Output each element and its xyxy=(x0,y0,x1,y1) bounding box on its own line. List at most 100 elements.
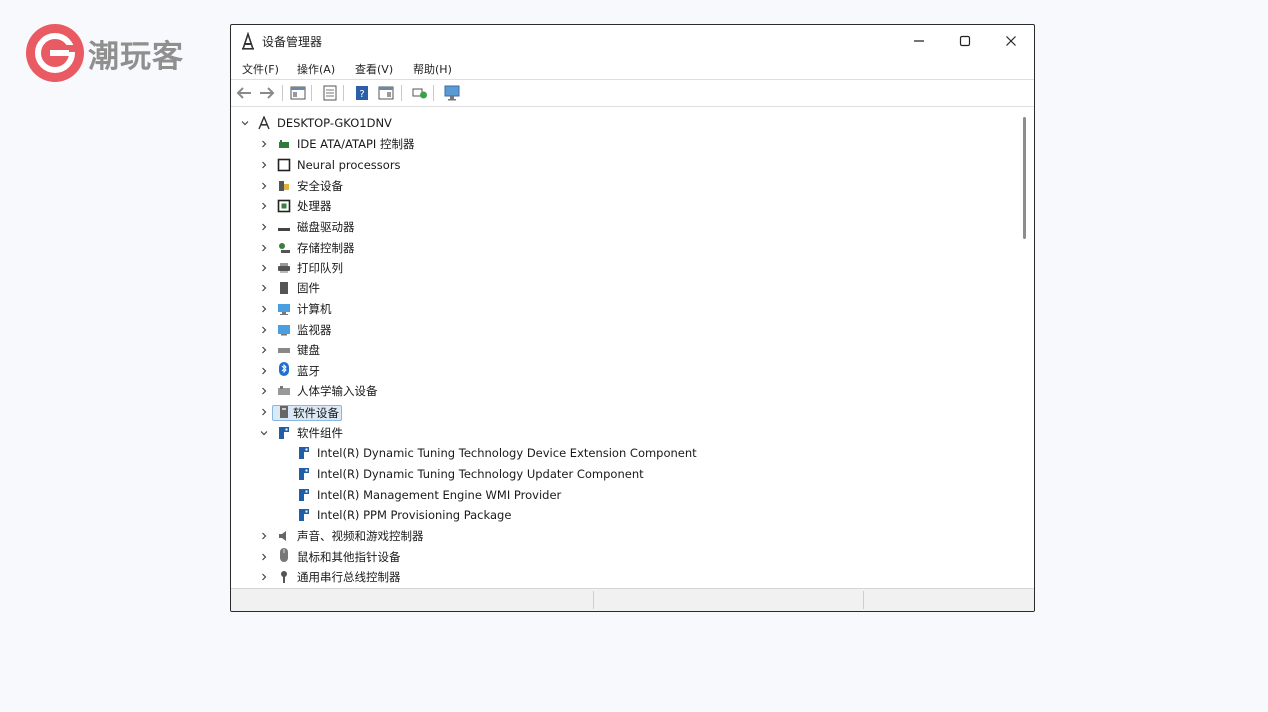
chevron-right-icon[interactable] xyxy=(259,531,269,541)
chevron-right-icon[interactable] xyxy=(259,283,269,293)
neural-processor-icon xyxy=(277,158,291,172)
menu-action[interactable]: 操作(A) xyxy=(297,61,335,77)
chevron-right-icon[interactable] xyxy=(259,345,269,355)
watermark-logo-icon xyxy=(26,24,84,82)
security-device-icon xyxy=(277,179,291,193)
chevron-right-icon[interactable] xyxy=(259,201,269,211)
tree-item-bluetooth[interactable]: 蓝牙 xyxy=(231,361,1018,381)
tree-item-ide-controller[interactable]: IDE ATA/ATAPI 控制器 xyxy=(231,134,1018,154)
properties-button[interactable] xyxy=(321,84,339,102)
tree-item-software-devices[interactable]: 软件设备 xyxy=(231,402,1018,422)
tree-item-label: 固件 xyxy=(297,281,320,295)
toolbar-separator xyxy=(433,85,434,101)
tree-item-mice[interactable]: 鼠标和其他指针设备 xyxy=(231,547,1018,567)
tree-item-label: 监视器 xyxy=(297,323,332,337)
status-divider xyxy=(863,591,864,609)
tree-child-label: Intel(R) PPM Provisioning Package xyxy=(317,508,512,522)
toolbar: ? xyxy=(231,80,1034,107)
tree-item-disk-drives[interactable]: 磁盘驱动器 xyxy=(231,217,1018,237)
chevron-down-icon[interactable] xyxy=(259,428,269,438)
mouse-icon xyxy=(277,548,291,562)
chevron-right-icon[interactable] xyxy=(259,263,269,273)
tree-item-neural-processors[interactable]: Neural processors xyxy=(231,155,1018,175)
chevron-right-icon[interactable] xyxy=(259,304,269,314)
tree-child-item[interactable]: Intel(R) Dynamic Tuning Technology Devic… xyxy=(231,443,1018,463)
back-button[interactable] xyxy=(235,84,253,102)
chevron-right-icon[interactable] xyxy=(259,552,269,562)
tree-item-label: Neural processors xyxy=(297,158,401,172)
tree-item-label: 安全设备 xyxy=(297,179,343,193)
monitor-icon xyxy=(444,85,460,101)
back-arrow-icon xyxy=(236,87,251,99)
tree-item-sound-video-game[interactable]: 声音、视频和游戏控制器 xyxy=(231,526,1018,546)
svg-text:?: ? xyxy=(359,89,364,100)
chevron-right-icon[interactable] xyxy=(259,222,269,232)
minimize-button[interactable] xyxy=(896,25,942,57)
tree-item-keyboards[interactable]: 键盘 xyxy=(231,340,1018,360)
monitor-button[interactable] xyxy=(443,84,461,102)
maximize-button[interactable] xyxy=(942,25,988,57)
chevron-right-icon[interactable] xyxy=(259,139,269,149)
chevron-down-icon[interactable] xyxy=(240,118,250,128)
tree-item-label: 磁盘驱动器 xyxy=(297,220,355,234)
minimize-icon xyxy=(914,40,924,42)
close-button[interactable] xyxy=(988,25,1034,57)
processor-icon xyxy=(277,199,291,213)
computer-root-icon xyxy=(257,116,271,130)
tree-item-hid[interactable]: 人体学输入设备 xyxy=(231,381,1018,401)
chevron-right-icon[interactable] xyxy=(259,386,269,396)
tree-item-security-devices[interactable]: 安全设备 xyxy=(231,176,1018,196)
tree-item-label: 处理器 xyxy=(297,199,332,213)
ide-controller-icon xyxy=(277,137,291,151)
software-component-icon xyxy=(297,488,311,502)
firmware-icon xyxy=(277,281,291,295)
forward-button[interactable] xyxy=(258,84,276,102)
console-tree-button[interactable] xyxy=(289,84,307,102)
chevron-right-icon[interactable] xyxy=(259,572,269,582)
window-title: 设备管理器 xyxy=(262,35,323,49)
tree-item-label: 声音、视频和游戏控制器 xyxy=(297,529,424,543)
tree-item-computer[interactable]: 计算机 xyxy=(231,299,1018,319)
tree-child-label: Intel(R) Dynamic Tuning Technology Updat… xyxy=(317,467,644,481)
close-icon xyxy=(1006,36,1016,46)
vertical-scrollbar[interactable] xyxy=(1023,117,1026,239)
chevron-right-icon[interactable] xyxy=(259,160,269,170)
menu-view[interactable]: 查看(V) xyxy=(355,61,393,77)
tree-item-usb-controllers[interactable]: 通用串行总线控制器 xyxy=(231,567,1018,587)
menu-file[interactable]: 文件(F) xyxy=(242,61,279,77)
menu-help[interactable]: 帮助(H) xyxy=(413,61,452,77)
chevron-right-icon[interactable] xyxy=(259,325,269,335)
tree-item-label: 存储控制器 xyxy=(297,241,355,255)
view-icon xyxy=(378,86,394,100)
tree-root[interactable]: DESKTOP-GKO1DNV xyxy=(231,113,1018,133)
tree-item-monitors[interactable]: 监视器 xyxy=(231,320,1018,340)
chevron-right-icon[interactable] xyxy=(259,366,269,376)
tree-child-label: Intel(R) Management Engine WMI Provider xyxy=(317,488,562,502)
toolbar-separator xyxy=(343,85,344,101)
chevron-right-icon[interactable] xyxy=(259,181,269,191)
tree-item-software-components[interactable]: 软件组件 xyxy=(231,423,1018,443)
watermark-logo: 潮玩客 xyxy=(26,24,184,82)
tree-child-item[interactable]: Intel(R) Dynamic Tuning Technology Updat… xyxy=(231,464,1018,484)
tree-root-label: DESKTOP-GKO1DNV xyxy=(277,116,392,130)
chevron-right-icon[interactable] xyxy=(259,243,269,253)
software-component-icon xyxy=(297,467,311,481)
device-tree: DESKTOP-GKO1DNV IDE ATA/ATAPI 控制器 Neural… xyxy=(231,107,1018,587)
tree-item-label: IDE ATA/ATAPI 控制器 xyxy=(297,137,415,151)
scan-hardware-button[interactable] xyxy=(411,84,429,102)
tree-child-item[interactable]: Intel(R) PPM Provisioning Package xyxy=(231,505,1018,525)
chevron-right-icon[interactable] xyxy=(259,407,269,417)
tree-item-processors[interactable]: 处理器 xyxy=(231,196,1018,216)
tree-item-label: 鼠标和其他指针设备 xyxy=(297,550,401,564)
tree-item-firmware[interactable]: 固件 xyxy=(231,278,1018,298)
help-button[interactable]: ? xyxy=(353,84,371,102)
tree-item-storage-controllers[interactable]: 存储控制器 xyxy=(231,238,1018,258)
menu-bar: 文件(F) 操作(A) 查看(V) 帮助(H) xyxy=(231,57,1034,80)
tree-child-item[interactable]: Intel(R) Management Engine WMI Provider xyxy=(231,485,1018,505)
software-component-icon xyxy=(297,446,311,460)
tree-item-print-queues[interactable]: 打印队列 xyxy=(231,258,1018,278)
view-button[interactable] xyxy=(377,84,395,102)
maximize-icon xyxy=(959,35,971,47)
tree-item-label: 人体学输入设备 xyxy=(297,384,378,398)
show-hide-console-tree-icon xyxy=(290,86,306,100)
